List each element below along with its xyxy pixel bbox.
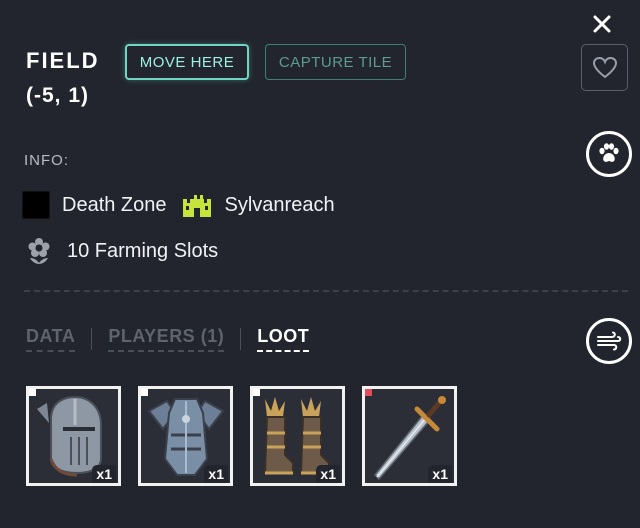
capture-tile-button[interactable]: CAPTURE TILE xyxy=(265,44,406,80)
section-divider xyxy=(24,290,628,292)
farming-slots: 10 Farming Slots xyxy=(67,239,219,262)
tab-loot[interactable]: LOOT xyxy=(257,326,310,352)
close-icon[interactable] xyxy=(590,12,614,36)
rarity-marker xyxy=(253,389,260,396)
move-here-button[interactable]: MOVE HERE xyxy=(125,44,249,80)
weather-button[interactable] xyxy=(586,318,632,364)
heart-icon xyxy=(592,56,617,78)
tab-bar: DATA PLAYERS (1) LOOT xyxy=(26,326,310,352)
favorite-button[interactable] xyxy=(581,44,628,91)
loot-quantity: x1 xyxy=(316,465,340,483)
info-label: INFO: xyxy=(24,152,69,169)
tab-separator xyxy=(91,328,93,350)
loot-item-helmet[interactable]: x1 xyxy=(26,386,121,486)
tile-info-panel: FIELD (-5, 1) MOVE HERE CAPTURE TILE INF… xyxy=(0,0,640,528)
paw-icon xyxy=(599,143,619,162)
loot-grid: x1 x1 x1 x1 xyxy=(26,386,457,486)
loot-item-boots[interactable]: x1 xyxy=(250,386,345,486)
tile-coordinates: (-5, 1) xyxy=(26,84,90,107)
realm-name: Sylvanreach xyxy=(224,193,335,216)
tile-title: FIELD xyxy=(26,48,100,73)
rarity-marker xyxy=(365,389,372,396)
loot-quantity: x1 xyxy=(204,465,228,483)
loot-item-chest-armor[interactable]: x1 xyxy=(138,386,233,486)
tab-separator xyxy=(240,328,242,350)
loot-quantity: x1 xyxy=(428,465,452,483)
pet-button[interactable] xyxy=(586,131,632,177)
castle-icon xyxy=(182,195,211,217)
tab-players[interactable]: PLAYERS (1) xyxy=(108,326,225,352)
tab-data[interactable]: DATA xyxy=(26,326,76,352)
loot-quantity: x1 xyxy=(92,465,116,483)
zone-name: Death Zone xyxy=(62,193,167,216)
rarity-marker xyxy=(29,389,36,396)
flower-icon xyxy=(28,238,50,264)
loot-item-sword[interactable]: x1 xyxy=(362,386,457,486)
farming-row: 10 Farming Slots xyxy=(26,236,218,266)
zone-row: Death Zone Sylvanreach xyxy=(22,190,335,220)
rarity-marker xyxy=(141,389,148,396)
death-zone-swatch xyxy=(22,191,50,219)
wind-icon xyxy=(597,331,622,351)
